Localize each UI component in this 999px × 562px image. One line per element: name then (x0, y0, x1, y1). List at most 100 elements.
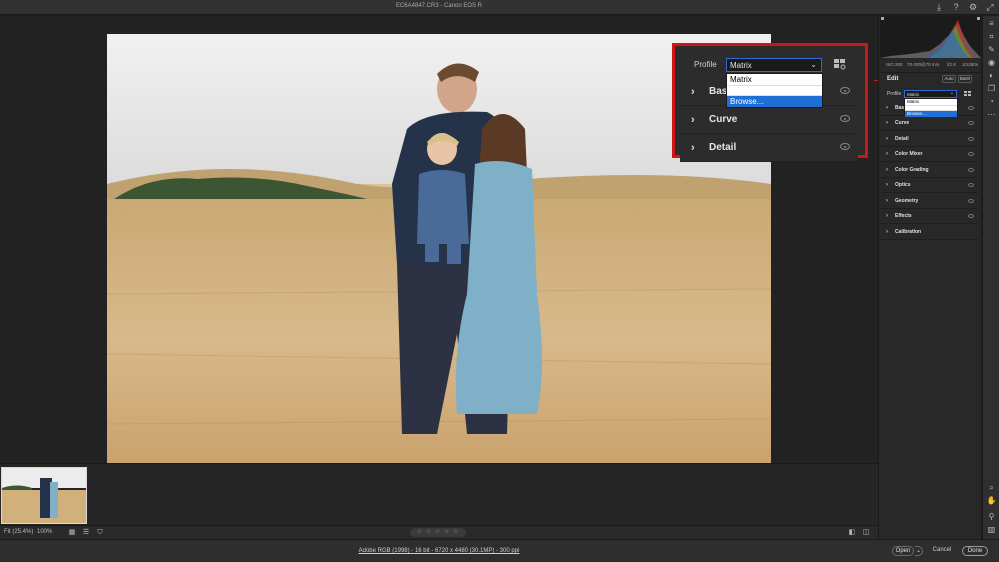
chevron-right-icon: › (691, 86, 695, 98)
exif-aperture: f/2.8 (947, 62, 956, 67)
expand-icon[interactable]: ⤢ (985, 2, 995, 12)
callout-section-label: Curve (709, 114, 738, 125)
profile-dropdown: Matrix Browse... (904, 98, 958, 117)
dropdown-option-browse[interactable]: Browse... (727, 96, 822, 107)
crop-icon[interactable]: ⌗ (986, 31, 997, 42)
section-color-mixer[interactable]: › Color Mixer (879, 147, 979, 162)
dropdown-option-matrix[interactable]: Matrix (727, 74, 822, 85)
eyedropper-icon[interactable]: ⚲ (986, 511, 997, 522)
auto-button[interactable]: Auto (942, 75, 956, 83)
eye-icon[interactable] (968, 121, 974, 125)
callout-section-detail[interactable]: › Detail (680, 135, 858, 162)
callout-profile-dropdown: Matrix Browse... (726, 73, 823, 108)
exif-info: ISO 200 70-200@70 mm f/2.8 1/1250s (879, 60, 982, 70)
eye-icon[interactable] (968, 183, 974, 187)
title-bar: EC6A4847.CR3 - Canon EOS R ⤓ ? ⚙ ⤢ (0, 0, 999, 15)
more-options-icon[interactable]: ⋯ (986, 109, 997, 120)
profile-select[interactable]: Matrix ⌄ (904, 90, 957, 98)
section-label: Optics (895, 182, 911, 188)
footer-bar: Adobe RGB (1998) - 16 bit - 6720 x 4480 … (0, 539, 999, 562)
callout-section-label: Detail (709, 142, 737, 153)
chevron-right-icon: › (886, 136, 888, 142)
bottom-toolbar: Fit (25.4%) 100% ▦ ☰ ⛉ ☆ ☆ ☆ ☆ ☆ ◧ ◫ (0, 525, 878, 539)
section-label: Curve (895, 120, 910, 126)
section-detail[interactable]: › Detail (879, 132, 979, 147)
dropdown-option-browse[interactable]: Browse... (905, 111, 957, 117)
zoom-icon[interactable]: ⌕ (986, 482, 997, 493)
filmstrip (0, 463, 878, 525)
callout-profile-value: Matrix (730, 61, 752, 70)
help-icon[interactable]: ? (951, 2, 961, 12)
filmstrip-toggle-icon[interactable]: ▦ (68, 529, 76, 536)
exif-iso: ISO 200 (886, 62, 903, 67)
bw-button[interactable]: B&W (958, 75, 972, 83)
eye-icon[interactable] (968, 168, 974, 172)
dropdown-option-blank[interactable] (727, 85, 822, 96)
chevron-right-icon: › (886, 229, 888, 235)
profile-value: Matrix (907, 92, 920, 97)
presets-icon[interactable]: ❐ (986, 83, 997, 94)
section-label: Color Grading (895, 167, 929, 173)
thumbnail-image (2, 468, 86, 523)
before-after-icon[interactable]: ◧ (848, 529, 856, 536)
workflow-options-link[interactable]: Adobe RGB (1998) - 16 bit - 6720 x 4480 … (0, 548, 878, 554)
cancel-button[interactable]: Cancel (930, 546, 954, 556)
eye-icon[interactable] (968, 152, 974, 156)
eye-icon[interactable] (840, 87, 850, 94)
chevron-right-icon: › (886, 198, 888, 204)
section-effects[interactable]: › Effects (879, 209, 979, 224)
eye-icon[interactable] (840, 115, 850, 122)
eye-icon[interactable] (840, 143, 850, 150)
fit-zoom-label[interactable]: Fit (25.4%) (4, 529, 33, 535)
exif-lens: 70-200@70 mm (907, 62, 940, 67)
done-button[interactable]: Done (962, 546, 988, 556)
healing-brush-icon[interactable]: ✎ (986, 44, 997, 55)
section-geometry[interactable]: › Geometry (879, 194, 979, 209)
snapshots-icon[interactable]: ◔ (986, 96, 997, 107)
chevron-right-icon: › (691, 114, 695, 126)
section-label: Detail (895, 136, 909, 142)
chevron-right-icon: › (886, 167, 888, 173)
chevron-right-icon: › (691, 142, 695, 154)
sort-icon[interactable]: ☰ (82, 529, 90, 536)
section-optics[interactable]: › Optics (879, 178, 979, 193)
chevron-right-icon: › (886, 105, 888, 111)
open-button[interactable]: Open (892, 546, 914, 556)
section-calibration[interactable]: › Calibration (879, 225, 979, 240)
grid-toggle-icon[interactable]: ▥ (986, 524, 997, 535)
filter-icon[interactable]: ⛉ (96, 529, 104, 536)
section-color-grading[interactable]: › Color Grading (879, 163, 979, 178)
callout-profile-select[interactable]: Matrix ⌄ (726, 58, 822, 72)
filmstrip-thumbnail[interactable] (1, 467, 87, 524)
profile-label: Profile (887, 91, 902, 97)
chevron-right-icon: › (886, 213, 888, 219)
callout-section-curve[interactable]: › Curve (680, 107, 858, 134)
section-label: Color Mixer (895, 151, 923, 157)
profile-browser-icon[interactable] (964, 91, 971, 97)
zoom-callout: Profile Matrix ⌄ › Basic › Curve › Detai… (672, 43, 868, 162)
zoom-level-select[interactable]: 100% (37, 529, 52, 535)
star-rating[interactable]: ☆ ☆ ☆ ☆ ☆ (410, 528, 466, 537)
section-curve[interactable]: › Curve (879, 116, 979, 131)
masking-icon[interactable]: ◐ (986, 70, 997, 81)
window-title: EC6A4847.CR3 - Canon EOS R (395, 3, 483, 9)
hand-icon[interactable]: ✋ (986, 495, 997, 506)
save-icon[interactable]: ⤓ (934, 2, 944, 12)
section-label: Geometry (895, 198, 919, 204)
compare-view-icon[interactable]: ◫ (862, 529, 870, 536)
edit-header: Edit Auto B&W (879, 72, 982, 85)
gear-icon[interactable]: ⚙ (968, 2, 978, 12)
open-options-button[interactable]: ⌄ (915, 546, 923, 556)
image-stage: Profile Matrix ⌄ › Basic › Curve › Detai… (0, 16, 878, 477)
section-label: Calibration (895, 229, 922, 235)
profile-browser-icon[interactable] (834, 59, 846, 70)
callout-profile-label: Profile (694, 60, 717, 69)
eye-icon[interactable] (968, 199, 974, 203)
edit-tool-icon[interactable]: ≡ (986, 18, 997, 29)
chevron-down-icon: ⌄ (810, 60, 817, 69)
chevron-down-icon: ⌄ (949, 90, 954, 96)
eye-icon[interactable] (968, 137, 974, 141)
eye-icon[interactable] (968, 106, 974, 110)
eye-icon[interactable] (968, 214, 974, 218)
red-eye-icon[interactable]: ◉ (986, 57, 997, 68)
